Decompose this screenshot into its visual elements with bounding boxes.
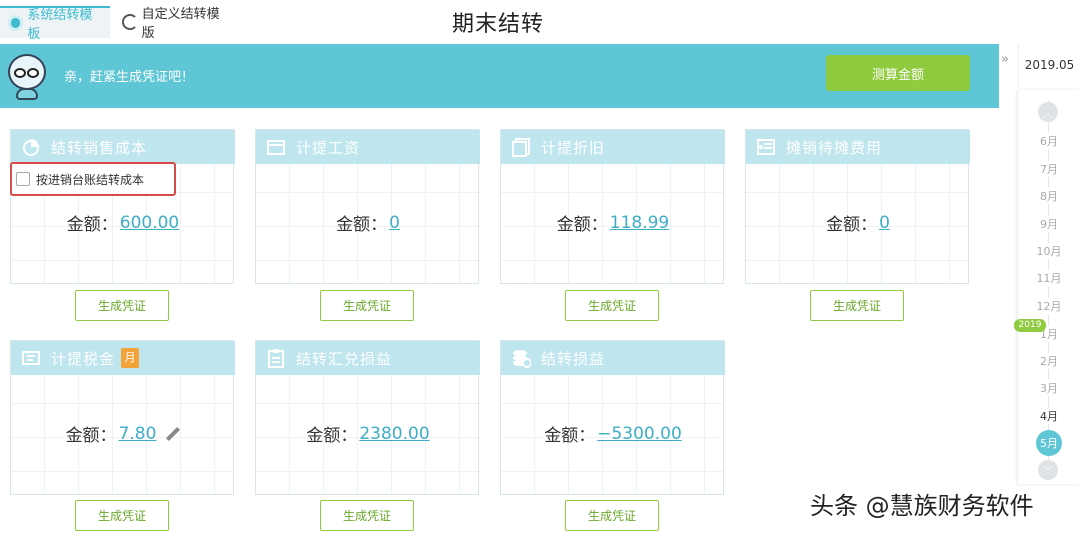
edit-pencil-icon[interactable]: [166, 427, 180, 441]
month-item[interactable]: 9月: [1018, 216, 1080, 232]
notice-banner: 亲，赶紧生成凭证吧！ 测算金额: [0, 44, 999, 108]
monthly-badge: 月: [121, 348, 140, 368]
month-item[interactable]: 11月: [1018, 270, 1080, 286]
month-item[interactable]: 3月: [1018, 380, 1080, 396]
month-item[interactable]: 10月: [1018, 243, 1080, 259]
generate-voucher-button[interactable]: 生成凭证: [810, 290, 904, 321]
document-stack-icon: [511, 137, 531, 157]
amount-value[interactable]: 7.80: [119, 424, 157, 444]
tax-icon: [21, 348, 41, 368]
card-title: 摊销待摊费用: [786, 138, 883, 157]
banner-message: 亲，赶紧生成凭证吧！: [64, 70, 195, 85]
generate-voucher-button[interactable]: 生成凭证: [75, 500, 169, 531]
template-icon: [8, 15, 24, 31]
collapse-double-chevron-icon[interactable]: »: [1001, 52, 1009, 67]
month-item[interactable]: 4月: [1018, 408, 1080, 424]
amount-label: 金额：: [826, 215, 878, 235]
checkbox-label: 按进销台账结转成本: [36, 172, 145, 187]
amount-label: 金额：: [65, 426, 117, 446]
amount-value[interactable]: 600.00: [120, 213, 179, 233]
tab-system-template[interactable]: 系统结转模板: [0, 6, 110, 42]
card-amortization: 摊销待摊费用 金额： 0: [745, 129, 970, 284]
card-title: 计提工资: [296, 138, 361, 157]
amount-label: 金额：: [544, 426, 596, 446]
chevron-down-icon[interactable]: ﹀: [1038, 460, 1058, 480]
card-title: 计提税金: [51, 349, 116, 368]
generate-voucher-button[interactable]: 生成凭证: [75, 290, 169, 321]
mascot-icon: [6, 50, 48, 102]
watermark-text: 头条 @慧族财务软件: [810, 492, 1034, 520]
generate-voucher-button[interactable]: 生成凭证: [565, 500, 659, 531]
refresh-icon: [122, 14, 138, 30]
chevron-up-icon[interactable]: ︿: [1038, 102, 1058, 122]
tab-label: 系统结转模板: [27, 8, 93, 42]
checkbox-highlight-box: 按进销台账结转成本: [10, 162, 176, 196]
card-title: 结转损益: [541, 349, 606, 368]
calculate-amount-button[interactable]: 测算金额: [826, 55, 970, 91]
month-item[interactable]: 2月: [1018, 353, 1080, 369]
generate-voucher-button[interactable]: 生成凭证: [565, 290, 659, 321]
carry-cost-checkbox[interactable]: [16, 172, 30, 186]
month-timeline: ︿ 6月 7月 8月 9月 10月 11月 12月 1月 2月 3月 4月 5月…: [1018, 90, 1080, 484]
amount-value[interactable]: −5300.00: [597, 424, 682, 444]
coins-add-icon: [511, 348, 532, 368]
card-title: 结转汇兑损益: [296, 349, 393, 368]
card-depreciation: 计提折旧 金额： 118.99: [500, 129, 725, 284]
month-item[interactable]: 12月: [1018, 298, 1080, 314]
card-title: 结转销售成本: [51, 138, 148, 157]
generate-voucher-button[interactable]: 生成凭证: [320, 290, 414, 321]
tab-label: 自定义结转模版: [141, 7, 220, 41]
card-tax: 计提税金 月 金额： 7.80: [10, 340, 235, 495]
amount-value[interactable]: 2380.00: [359, 424, 429, 444]
amount-label: 金额：: [556, 215, 608, 235]
amount-label: 金额：: [336, 215, 388, 235]
page-title: 期末结转: [452, 12, 545, 37]
amount-value[interactable]: 0: [879, 213, 890, 233]
amount-label: 金额：: [66, 215, 118, 235]
month-item[interactable]: 8月: [1018, 188, 1080, 204]
card-exchange: 结转汇兑损益 金额： 2380.00: [255, 340, 480, 495]
ledger-icon: [756, 137, 776, 157]
wallet-icon: [266, 137, 286, 157]
month-item[interactable]: 6月: [1018, 133, 1080, 149]
current-period: 2019.05: [1018, 44, 1080, 86]
generate-voucher-button[interactable]: 生成凭证: [320, 500, 414, 531]
month-item[interactable]: 7月: [1018, 161, 1080, 177]
amount-label: 金额：: [306, 426, 358, 446]
tab-custom-template[interactable]: 自定义结转模版: [114, 6, 240, 41]
year-tag: 2019: [1014, 319, 1046, 332]
clipboard-icon: [266, 348, 286, 368]
amount-value[interactable]: 0: [389, 213, 400, 233]
card-sales-cost: 结转销售成本 金额： 600.00: [10, 129, 235, 284]
card-profit-loss: 结转损益 金额： −5300.00: [500, 340, 725, 495]
top-tab-bar: 系统结转模板 自定义结转模版 期末结转: [0, 0, 1080, 44]
card-title: 计提折旧: [541, 138, 606, 157]
pie-chart-icon: [21, 137, 41, 157]
card-payroll: 计提工资 金额： 0: [255, 129, 480, 284]
amount-value[interactable]: 118.99: [610, 213, 669, 233]
active-month[interactable]: 5月: [1036, 430, 1062, 456]
